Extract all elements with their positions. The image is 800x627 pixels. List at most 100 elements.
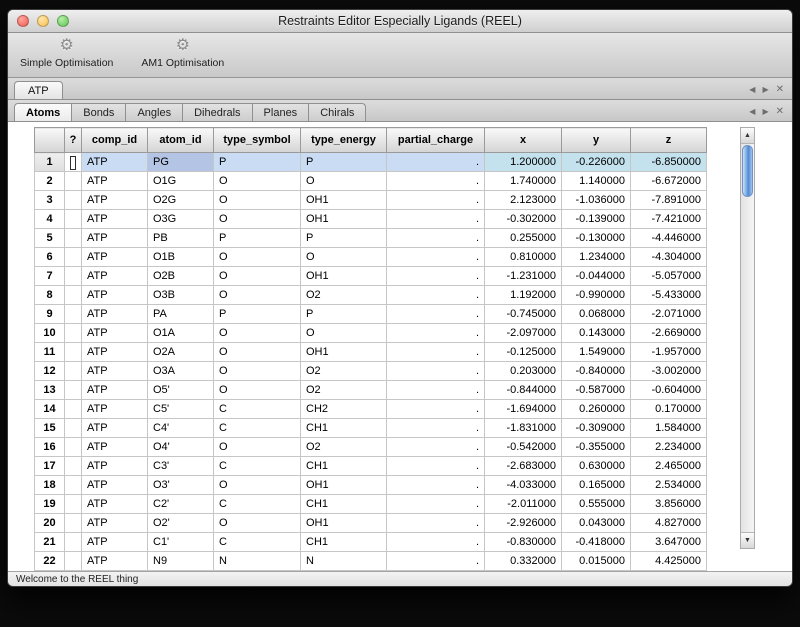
cell-y[interactable]: 0.043000 xyxy=(562,514,631,533)
cell-type-symbol[interactable]: O xyxy=(214,267,301,286)
cell-type-energy[interactable]: CH1 xyxy=(301,457,387,476)
cell-partial-charge[interactable]: . xyxy=(387,457,485,476)
cell-x[interactable]: -2.011000 xyxy=(485,495,562,514)
cell-comp-id[interactable]: ATP xyxy=(82,476,148,495)
cell-atom-id[interactable]: C4' xyxy=(148,419,214,438)
cell-flag[interactable] xyxy=(65,248,82,267)
row-number[interactable]: 13 xyxy=(35,381,65,400)
cell-comp-id[interactable]: ATP xyxy=(82,210,148,229)
cell-flag[interactable] xyxy=(65,324,82,343)
cell-z[interactable]: -7.891000 xyxy=(631,191,707,210)
cell-type-symbol[interactable]: P xyxy=(214,229,301,248)
col-header-partial-charge[interactable]: partial_charge xyxy=(387,128,485,153)
cell-z[interactable]: -7.421000 xyxy=(631,210,707,229)
col-header-x[interactable]: x xyxy=(485,128,562,153)
cell-atom-id[interactable]: C2' xyxy=(148,495,214,514)
cell-atom-id[interactable]: O3' xyxy=(148,476,214,495)
cell-flag[interactable] xyxy=(65,286,82,305)
cell-y[interactable]: 0.015000 xyxy=(562,552,631,571)
cell-x[interactable]: 0.332000 xyxy=(485,552,562,571)
cell-type-symbol[interactable]: N xyxy=(214,552,301,571)
row-number[interactable]: 3 xyxy=(35,191,65,210)
cell-comp-id[interactable]: ATP xyxy=(82,229,148,248)
col-header-atom-id[interactable]: atom_id xyxy=(148,128,214,153)
cell-flag[interactable] xyxy=(65,362,82,381)
cell-z[interactable]: 0.170000 xyxy=(631,400,707,419)
cell-y[interactable]: -0.418000 xyxy=(562,533,631,552)
cell-partial-charge[interactable]: . xyxy=(387,400,485,419)
cell-z[interactable]: 4.827000 xyxy=(631,514,707,533)
cell-y[interactable]: 1.549000 xyxy=(562,343,631,362)
cell-y[interactable]: 1.234000 xyxy=(562,248,631,267)
close-button[interactable] xyxy=(17,15,29,27)
cell-z[interactable]: -0.604000 xyxy=(631,381,707,400)
cell-comp-id[interactable]: ATP xyxy=(82,400,148,419)
cell-x[interactable]: -1.231000 xyxy=(485,267,562,286)
cell-flag[interactable] xyxy=(65,495,82,514)
active-cell-editor[interactable] xyxy=(70,156,76,170)
col-header-z[interactable]: z xyxy=(631,128,707,153)
cell-type-energy[interactable]: O xyxy=(301,248,387,267)
cell-atom-id[interactable]: O3G xyxy=(148,210,214,229)
cell-x[interactable]: -0.542000 xyxy=(485,438,562,457)
row-number[interactable]: 10 xyxy=(35,324,65,343)
tab-scroll-left-icon[interactable]: ◀ xyxy=(749,85,755,94)
cell-flag[interactable] xyxy=(65,210,82,229)
cell-x[interactable]: 1.200000 xyxy=(485,153,562,172)
cell-x[interactable]: 1.740000 xyxy=(485,172,562,191)
tab-dihedrals[interactable]: Dihedrals xyxy=(183,103,252,121)
cell-y[interactable]: 0.143000 xyxy=(562,324,631,343)
cell-partial-charge[interactable]: . xyxy=(387,172,485,191)
cell-y[interactable]: -0.139000 xyxy=(562,210,631,229)
cell-flag[interactable] xyxy=(65,229,82,248)
cell-atom-id[interactable]: PB xyxy=(148,229,214,248)
row-number[interactable]: 1 xyxy=(35,153,65,172)
cell-y[interactable]: -0.355000 xyxy=(562,438,631,457)
cell-x[interactable]: -0.844000 xyxy=(485,381,562,400)
cell-type-symbol[interactable]: C xyxy=(214,533,301,552)
cell-type-symbol[interactable]: C xyxy=(214,400,301,419)
cell-x[interactable]: -2.097000 xyxy=(485,324,562,343)
col-header-comp-id[interactable]: comp_id xyxy=(82,128,148,153)
cell-partial-charge[interactable]: . xyxy=(387,343,485,362)
cell-comp-id[interactable]: ATP xyxy=(82,457,148,476)
cell-x[interactable]: -0.125000 xyxy=(485,343,562,362)
cell-type-symbol[interactable]: C xyxy=(214,457,301,476)
row-number[interactable]: 19 xyxy=(35,495,65,514)
cell-z[interactable]: -2.071000 xyxy=(631,305,707,324)
cell-partial-charge[interactable]: . xyxy=(387,495,485,514)
cell-flag[interactable] xyxy=(65,457,82,476)
cell-y[interactable]: 0.068000 xyxy=(562,305,631,324)
cell-atom-id[interactable]: C5' xyxy=(148,400,214,419)
cell-z[interactable]: -1.957000 xyxy=(631,343,707,362)
cell-y[interactable]: -0.990000 xyxy=(562,286,631,305)
cell-y[interactable]: 0.555000 xyxy=(562,495,631,514)
cell-z[interactable]: -4.304000 xyxy=(631,248,707,267)
cell-y[interactable]: -0.130000 xyxy=(562,229,631,248)
cell-partial-charge[interactable]: . xyxy=(387,286,485,305)
cell-type-energy[interactable]: OH1 xyxy=(301,210,387,229)
tab-scroll-right-icon[interactable]: ▶ xyxy=(762,85,768,94)
cell-y[interactable]: -0.226000 xyxy=(562,153,631,172)
tab-atoms[interactable]: Atoms xyxy=(14,103,72,121)
cell-y[interactable]: -1.036000 xyxy=(562,191,631,210)
cell-type-symbol[interactable]: P xyxy=(214,305,301,324)
scroll-track[interactable] xyxy=(741,198,754,532)
cell-flag[interactable] xyxy=(65,153,82,172)
cell-type-energy[interactable]: CH2 xyxy=(301,400,387,419)
cell-flag[interactable] xyxy=(65,400,82,419)
cell-type-symbol[interactable]: O xyxy=(214,343,301,362)
tab-bonds[interactable]: Bonds xyxy=(72,103,126,121)
cell-x[interactable]: -0.745000 xyxy=(485,305,562,324)
cell-z[interactable]: -2.669000 xyxy=(631,324,707,343)
cell-type-energy[interactable]: O2 xyxy=(301,286,387,305)
tab-atp[interactable]: ATP xyxy=(14,81,63,99)
cell-flag[interactable] xyxy=(65,476,82,495)
cell-type-energy[interactable]: O2 xyxy=(301,362,387,381)
cell-y[interactable]: 0.260000 xyxy=(562,400,631,419)
row-number[interactable]: 2 xyxy=(35,172,65,191)
cell-flag[interactable] xyxy=(65,533,82,552)
cell-z[interactable]: 2.234000 xyxy=(631,438,707,457)
scroll-down-icon[interactable]: ▼ xyxy=(741,532,754,548)
cell-comp-id[interactable]: ATP xyxy=(82,343,148,362)
